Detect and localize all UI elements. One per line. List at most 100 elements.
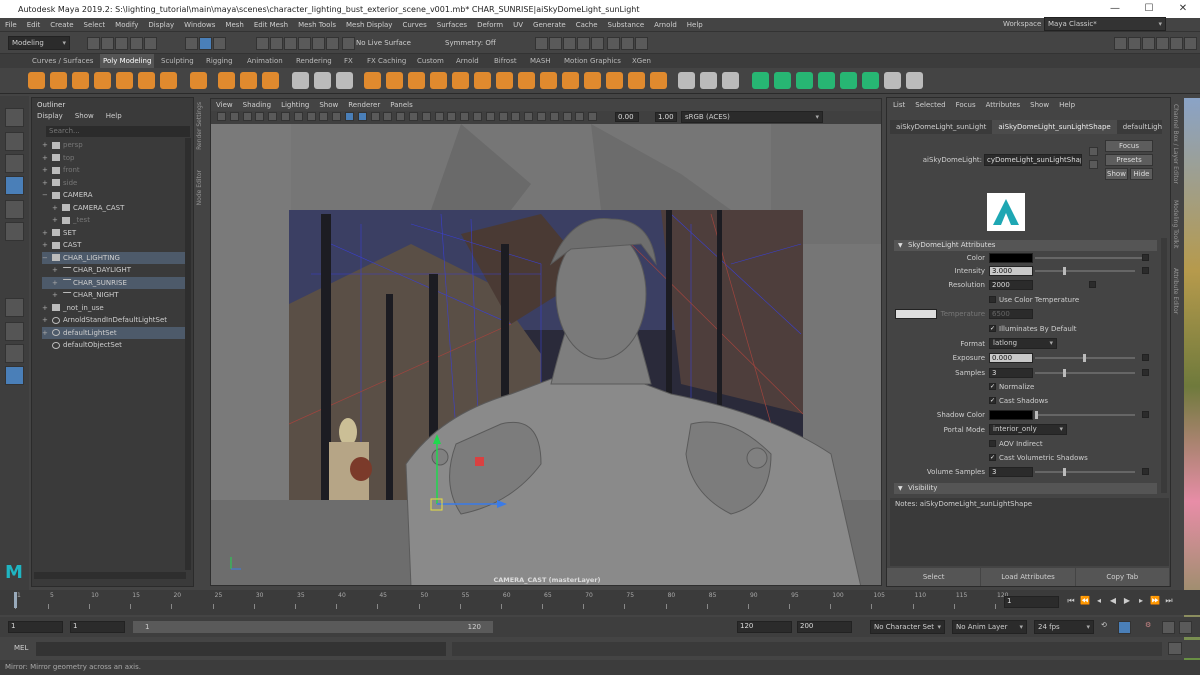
show-button[interactable]: Show bbox=[1105, 168, 1128, 180]
separate-icon[interactable] bbox=[314, 72, 331, 89]
node-editor-tab[interactable]: Node Editor bbox=[196, 170, 203, 205]
outliner-horizontal-scrollbar[interactable] bbox=[34, 572, 186, 579]
viewport-panel[interactable]: View Shading Lighting Show Renderer Panels 0.… bbox=[210, 98, 882, 586]
viewport-menu-panels[interactable]: Panels bbox=[385, 99, 418, 111]
outliner-search-input[interactable]: Search... bbox=[46, 126, 190, 137]
expand-toggle-icon[interactable]: + bbox=[42, 139, 52, 151]
gamma-field[interactable]: 1.00 bbox=[655, 112, 677, 122]
poly-cone-icon[interactable] bbox=[94, 72, 111, 89]
preferences-icon[interactable] bbox=[1179, 621, 1192, 634]
rotate-tool-icon[interactable] bbox=[5, 200, 24, 219]
poly-plane-icon[interactable] bbox=[116, 72, 133, 89]
menu-windows[interactable]: Windows bbox=[179, 21, 220, 29]
shelf-tab-rendering[interactable]: Rendering bbox=[296, 54, 332, 68]
menu-mesh-display[interactable]: Mesh Display bbox=[341, 21, 397, 29]
combine-icon[interactable] bbox=[292, 72, 309, 89]
render-settings-icon[interactable] bbox=[577, 37, 590, 50]
current-frame-field[interactable]: 1 bbox=[1004, 596, 1059, 608]
menu-edit-mesh[interactable]: Edit Mesh bbox=[249, 21, 293, 29]
auto-key-icon[interactable] bbox=[1118, 621, 1131, 634]
planar-map-icon[interactable] bbox=[774, 72, 791, 89]
spherical-map-icon[interactable] bbox=[818, 72, 835, 89]
live-surface-icon[interactable] bbox=[342, 37, 355, 50]
menu-deform[interactable]: Deform bbox=[472, 21, 508, 29]
viewport-menu-view[interactable]: View bbox=[211, 99, 238, 111]
undo-icon[interactable] bbox=[130, 37, 143, 50]
viewport-menu-renderer[interactable]: Renderer bbox=[343, 99, 385, 111]
select-button[interactable]: Select bbox=[887, 568, 981, 586]
expand-toggle-icon[interactable]: + bbox=[42, 164, 52, 176]
poly-sphere-icon[interactable] bbox=[28, 72, 45, 89]
poly-cube-icon[interactable] bbox=[50, 72, 67, 89]
menu-substance[interactable]: Substance bbox=[603, 21, 650, 29]
viewport-tool-icon-22[interactable] bbox=[485, 112, 495, 121]
connect-icon[interactable] bbox=[562, 72, 579, 89]
viewport-tool-icon-7[interactable] bbox=[293, 112, 303, 121]
attribute-editor-tab[interactable]: Attribute Editor bbox=[1172, 268, 1179, 314]
outliner-item[interactable]: + top bbox=[42, 152, 186, 164]
snap-point-icon[interactable] bbox=[284, 37, 297, 50]
aov-indirect-checkbox[interactable] bbox=[989, 440, 996, 447]
scale-tool-icon[interactable] bbox=[5, 222, 24, 241]
shadow-color-map-button[interactable] bbox=[1142, 411, 1149, 418]
attr-menu-focus[interactable]: Focus bbox=[956, 101, 976, 109]
append-icon[interactable] bbox=[474, 72, 491, 89]
menu-uv[interactable]: UV bbox=[508, 21, 528, 29]
copy-tab-button[interactable]: Copy Tab bbox=[1075, 568, 1169, 586]
viewport-tool-icon-19[interactable] bbox=[447, 112, 457, 121]
shelf-tab-arnold[interactable]: Arnold bbox=[456, 54, 479, 68]
shelf-tab-xgen[interactable]: XGen bbox=[632, 54, 651, 68]
select-hierarchy-icon[interactable] bbox=[185, 37, 198, 50]
script-editor-icon[interactable] bbox=[1168, 642, 1182, 655]
viewport-tool-icon-12[interactable] bbox=[357, 112, 367, 121]
section-visibility[interactable]: Visibility bbox=[894, 483, 1157, 494]
shelf-tab-curves-surfaces[interactable]: Curves / Surfaces bbox=[32, 54, 93, 68]
layout-single-icon[interactable] bbox=[1114, 37, 1127, 50]
expand-toggle-icon[interactable]: + bbox=[42, 177, 52, 189]
hide-button[interactable]: Hide bbox=[1130, 168, 1153, 180]
viewport-tool-icon-9[interactable] bbox=[319, 112, 329, 121]
bridge-icon[interactable] bbox=[452, 72, 469, 89]
expand-toggle-icon[interactable]: + bbox=[42, 302, 52, 314]
menu-mesh-tools[interactable]: Mesh Tools bbox=[293, 21, 341, 29]
viewport-tool-icon-10[interactable] bbox=[332, 112, 342, 121]
outliner-item[interactable]: + side bbox=[42, 177, 186, 189]
step-back-key-icon[interactable]: ◂ bbox=[1094, 596, 1104, 606]
snap-grid-icon[interactable] bbox=[256, 37, 269, 50]
colorspace-dropdown[interactable]: sRGB (ACES) bbox=[681, 111, 823, 123]
maximize-button[interactable]: ☐ bbox=[1132, 0, 1166, 18]
go-to-start-icon[interactable]: ⏮ bbox=[1066, 596, 1076, 606]
outliner-menu-help[interactable]: Help bbox=[106, 112, 122, 120]
attr-menu-help[interactable]: Help bbox=[1059, 101, 1075, 109]
redo-icon[interactable] bbox=[144, 37, 157, 50]
channel-box-tab[interactable]: Channel Box / Layer Editor bbox=[1172, 104, 1179, 184]
select-component-icon[interactable] bbox=[213, 37, 226, 50]
output-connection-icon[interactable] bbox=[1089, 160, 1098, 169]
snap-view-icon[interactable] bbox=[298, 37, 311, 50]
boolean-icon[interactable] bbox=[364, 72, 381, 89]
script-language-label[interactable]: MEL bbox=[14, 644, 28, 652]
text-icon[interactable] bbox=[240, 72, 257, 89]
viewport-tool-icon-16[interactable] bbox=[409, 112, 418, 121]
layout-four-pane-icon[interactable] bbox=[5, 322, 24, 341]
viewport-tool-icon-17[interactable] bbox=[421, 112, 431, 121]
attribute-editor-icon[interactable] bbox=[1170, 37, 1183, 50]
color-slider[interactable] bbox=[1035, 257, 1145, 259]
samples-slider-knob[interactable] bbox=[1063, 369, 1066, 377]
shelf-tab-fx-caching[interactable]: FX Caching bbox=[367, 54, 406, 68]
expand-toggle-icon[interactable]: + bbox=[52, 289, 62, 301]
expand-toggle-icon[interactable]: + bbox=[52, 277, 62, 289]
menu-create[interactable]: Create bbox=[45, 21, 78, 29]
loop-icon[interactable]: ⟲ bbox=[1101, 621, 1114, 634]
snap-pivot-icon[interactable] bbox=[326, 37, 339, 50]
viewport-tool-icon-2[interactable] bbox=[229, 112, 239, 121]
shelf-tab-fx[interactable]: FX bbox=[344, 54, 353, 68]
temperature-field[interactable]: 6500 bbox=[989, 309, 1033, 319]
shelf-tab-sculpting[interactable]: Sculpting bbox=[161, 54, 194, 68]
expand-toggle-icon[interactable]: + bbox=[52, 264, 62, 276]
cast-volumetric-shadows-checkbox[interactable]: ✓ bbox=[989, 454, 996, 461]
attr-menu-show[interactable]: Show bbox=[1030, 101, 1049, 109]
scene-view[interactable]: CAMERA_CAST (masterLayer) bbox=[211, 124, 881, 585]
go-to-end-icon[interactable]: ⏭ bbox=[1164, 596, 1174, 606]
menu-mesh[interactable]: Mesh bbox=[220, 21, 248, 29]
